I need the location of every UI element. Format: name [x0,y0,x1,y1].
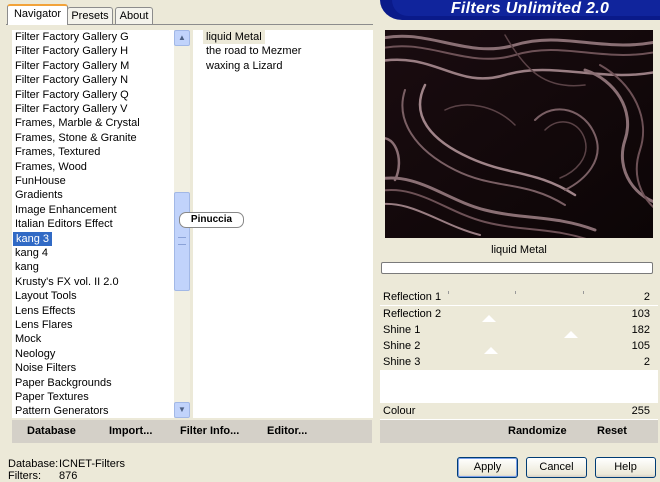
filters-count-info: Filters: 876 [8,470,77,482]
slider-thumb[interactable] [482,315,496,322]
slider-tick [583,291,584,294]
watermark-label: Pinuccia [179,212,244,228]
slider-label: Shine 3 [383,356,421,368]
chevron-up-icon: ▲ [178,33,186,42]
filter-preview-image [385,30,653,238]
slider-value: 182 [631,324,650,336]
category-item[interactable]: Layout Tools [15,289,77,303]
slider-thumb[interactable] [484,347,498,354]
category-item[interactable]: Filter Factory Gallery H [15,44,128,58]
category-item[interactable]: Krusty's FX vol. II 2.0 [15,275,119,289]
category-item[interactable]: Filter Factory Gallery M [15,59,129,73]
randomize-button[interactable]: Randomize [508,420,567,443]
scroll-up-button[interactable]: ▲ [174,30,190,46]
database-info: Database: ICNET-Filters [8,458,125,470]
category-item[interactable]: Frames, Wood [15,160,87,174]
tab-navigator[interactable]: Navigator [7,4,68,25]
category-item[interactable]: Filter Factory Gallery V [15,102,127,116]
category-item-selected[interactable]: kang 3 [13,231,53,246]
category-item[interactable]: Italian Editors Effect [15,217,113,231]
slider-label: Colour [383,405,416,417]
slider-reflection-2[interactable]: Reflection 2 103 [380,306,658,322]
category-item[interactable]: Filter Factory Gallery G [15,30,129,44]
app-title: Filters Unlimited 2.0 [450,0,610,17]
database-value: ICNET-Filters [59,458,125,470]
tab-presets[interactable]: Presets [67,7,113,24]
preview-filter-name: liquid Metal [491,244,547,256]
slider-colour[interactable]: Colour 255 [380,403,658,419]
category-item[interactable]: FunHouse [15,174,66,188]
filters-value: 876 [59,470,78,482]
category-item[interactable]: Gradients [15,188,63,202]
chevron-down-icon: ▼ [178,405,186,414]
category-item[interactable]: Lens Flares [15,318,72,332]
help-button[interactable]: Help [595,457,656,478]
category-item[interactable]: Pattern Generators [15,404,109,418]
category-item[interactable]: Frames, Marble & Crystal [15,116,140,130]
database-button[interactable]: Database [27,420,76,443]
category-item[interactable]: Paper Backgrounds [15,376,112,390]
category-item[interactable]: kang 4 [15,246,48,260]
filter-item-selected[interactable]: liquid Metal [203,30,265,44]
category-item[interactable]: Noise Filters [15,361,76,375]
slider-value: 105 [631,340,650,352]
apply-button[interactable]: Apply [457,457,518,478]
slider-tick [448,291,449,294]
slider-shine-1[interactable]: Shine 1 182 [380,322,658,338]
slider-value: 2 [643,356,650,368]
reset-button[interactable]: Reset [597,420,627,443]
category-item[interactable]: Lens Effects [15,304,75,318]
progress-bar [381,262,653,274]
import-button[interactable]: Import... [109,420,152,443]
slider-tick [515,291,516,294]
slider-label: Shine 2 [383,340,421,352]
category-item[interactable]: kang [15,260,39,274]
category-item[interactable]: Frames, Stone & Granite [15,131,137,145]
slider-value: 2 [643,291,650,303]
slider-label: Shine 1 [383,324,421,336]
database-label: Database: [8,458,59,470]
slider-value: 103 [631,308,650,320]
category-item[interactable]: Image Enhancement [15,203,117,217]
category-item[interactable]: Filter Factory Gallery N [15,73,128,87]
filter-item[interactable]: the road to Mezmer [203,44,304,58]
category-item[interactable]: Neology [15,347,55,361]
category-list[interactable]: Filter Factory Gallery G Filter Factory … [12,30,190,418]
tab-about[interactable]: About [115,7,153,24]
filter-item[interactable]: waxing a Lizard [203,59,285,73]
slider-shine-2[interactable]: Shine 2 105 [380,338,658,354]
parameter-panel: Reflection 1 2 Reflection 2 103 Shine 1 … [380,289,658,420]
grip-icon [178,237,186,245]
category-item[interactable]: Mock [15,332,41,346]
scrollbar-thumb[interactable] [174,192,190,291]
category-item[interactable]: Frames, Textured [15,145,100,159]
scroll-down-button[interactable]: ▼ [174,402,190,418]
slider-reflection-1[interactable]: Reflection 1 2 [380,289,658,305]
list-toolbar: Database Import... Filter Info... Editor… [12,420,372,443]
filters-label: Filters: [8,470,41,482]
category-item[interactable]: Paper Textures [15,390,89,404]
category-item[interactable]: Filter Factory Gallery Q [15,88,129,102]
slider-shine-3[interactable]: Shine 3 2 [380,354,658,370]
slider-thumb[interactable] [564,331,578,338]
slider-label: Reflection 1 [383,291,442,303]
slider-value: 255 [631,405,650,417]
filter-info-button[interactable]: Filter Info... [180,420,239,443]
cancel-button[interactable]: Cancel [526,457,587,478]
editor-button[interactable]: Editor... [267,420,307,443]
parameter-toolbar: Randomize Reset [380,420,658,443]
slider-label: Reflection 2 [383,308,442,320]
